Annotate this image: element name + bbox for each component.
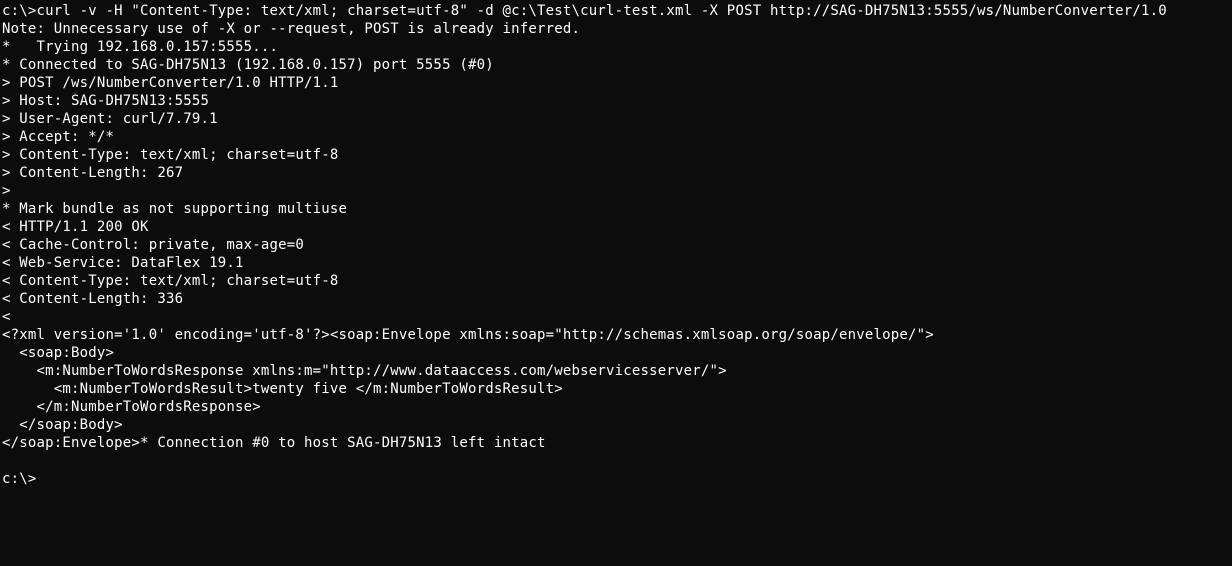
terminal-line: <m:NumberToWordsResponse xmlns:m="http:/… bbox=[2, 363, 727, 379]
terminal-line: <m:NumberToWordsResult>twenty five </m:N… bbox=[2, 381, 563, 397]
terminal-line: > Accept: */* bbox=[2, 129, 114, 145]
terminal-line: > Content-Length: 267 bbox=[2, 165, 183, 181]
terminal-prompt: c:\> bbox=[2, 471, 37, 487]
terminal-line: * Mark bundle as not supporting multiuse bbox=[2, 201, 347, 217]
terminal-line: < Cache-Control: private, max-age=0 bbox=[2, 237, 304, 253]
terminal-line: < bbox=[2, 309, 11, 325]
terminal-line: </soap:Envelope>* Connection #0 to host … bbox=[2, 435, 546, 451]
terminal-line: Note: Unnecessary use of -X or --request… bbox=[2, 21, 580, 37]
terminal-line: < Content-Length: 336 bbox=[2, 291, 183, 307]
terminal-output[interactable]: c:\>curl -v -H "Content-Type: text/xml; … bbox=[0, 0, 1232, 488]
terminal-line: < HTTP/1.1 200 OK bbox=[2, 219, 149, 235]
terminal-line: * Connected to SAG-DH75N13 (192.168.0.15… bbox=[2, 57, 494, 73]
terminal-line: > User-Agent: curl/7.79.1 bbox=[2, 111, 218, 127]
terminal-line: </m:NumberToWordsResponse> bbox=[2, 399, 261, 415]
terminal-line: </soap:Body> bbox=[2, 417, 123, 433]
terminal-line: > bbox=[2, 183, 11, 199]
terminal-line: > Host: SAG-DH75N13:5555 bbox=[2, 93, 209, 109]
terminal-line: c:\>curl -v -H "Content-Type: text/xml; … bbox=[2, 3, 1167, 19]
terminal-line: > POST /ws/NumberConverter/1.0 HTTP/1.1 bbox=[2, 75, 339, 91]
terminal-line: < Web-Service: DataFlex 19.1 bbox=[2, 255, 244, 271]
terminal-line: <?xml version='1.0' encoding='utf-8'?><s… bbox=[2, 327, 934, 343]
terminal-line: * Trying 192.168.0.157:5555... bbox=[2, 39, 278, 55]
terminal-line: < Content-Type: text/xml; charset=utf-8 bbox=[2, 273, 339, 289]
terminal-line: > Content-Type: text/xml; charset=utf-8 bbox=[2, 147, 339, 163]
terminal-line: <soap:Body> bbox=[2, 345, 114, 361]
